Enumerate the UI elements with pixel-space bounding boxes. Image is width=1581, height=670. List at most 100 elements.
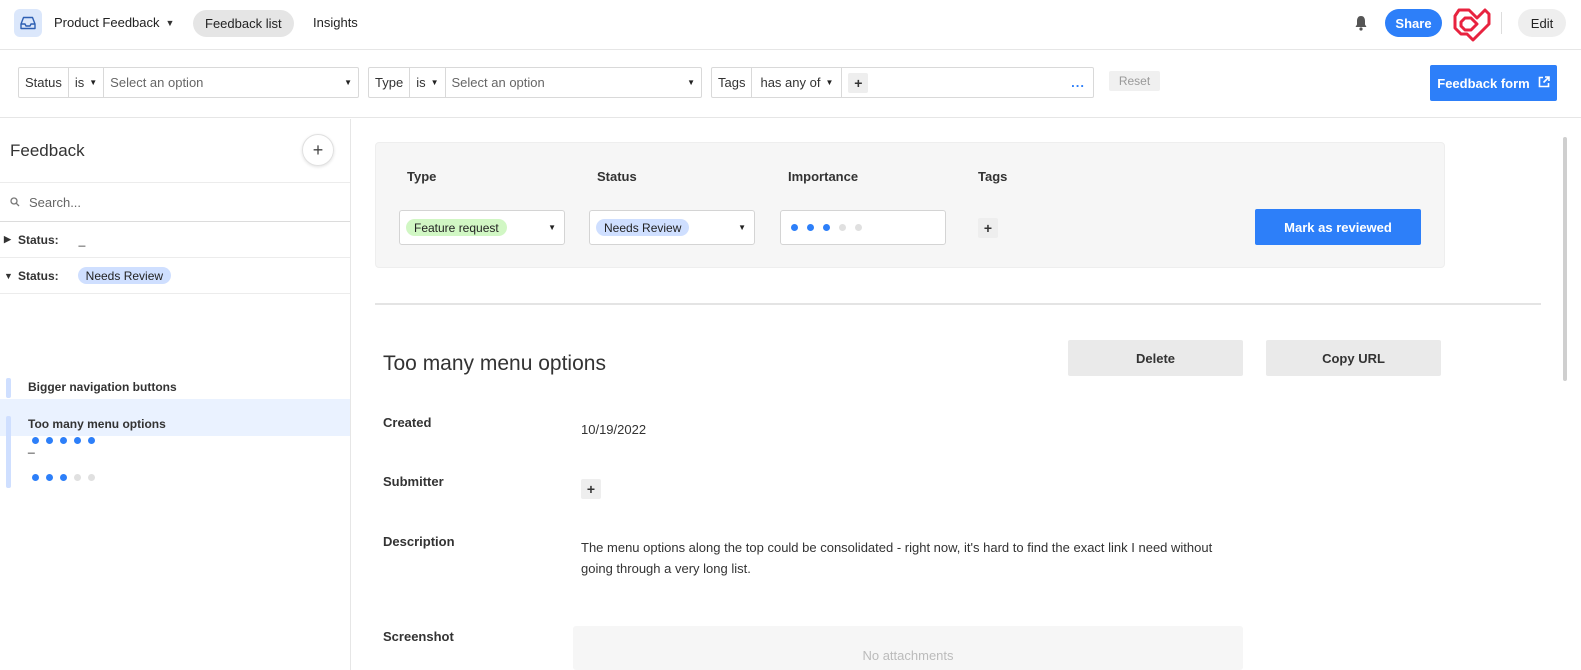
- plus-icon[interactable]: +: [848, 72, 869, 93]
- tags-add-button[interactable]: +: [978, 218, 998, 238]
- sidebar-title: Feedback: [10, 141, 85, 160]
- record-color-bar: [6, 378, 11, 398]
- tags-filter-field: Tags: [712, 68, 753, 97]
- type-filter-select[interactable]: Select an option ▼: [446, 68, 702, 97]
- feedback-sidebar: Feedback + Search... ▶ Status: _ ▼ Statu…: [0, 119, 351, 670]
- select-placeholder: Select an option: [110, 75, 204, 90]
- screenshot-label: Screenshot: [383, 629, 454, 644]
- share-button[interactable]: Share: [1385, 9, 1442, 37]
- operator-label: is: [416, 75, 426, 90]
- caret-down-icon: ▼: [548, 223, 556, 232]
- tags-add-wrap: +: [842, 72, 869, 93]
- attachments-empty-text: No attachments: [862, 648, 954, 663]
- type-pill: Feature request: [406, 219, 507, 236]
- importance-dots: [791, 224, 862, 231]
- status-select[interactable]: Needs Review ▼: [589, 210, 755, 245]
- status-filter: Status is ▼ Select an option ▼: [18, 67, 359, 98]
- delete-button[interactable]: Delete: [1068, 340, 1243, 376]
- external-link-icon: [1538, 75, 1550, 91]
- record-details: _: [0, 416, 350, 488]
- search-input[interactable]: Search...: [29, 195, 81, 210]
- base-name: Product Feedback: [54, 15, 160, 30]
- importance-dot[interactable]: [839, 224, 846, 231]
- group-label: Status:: [18, 268, 59, 283]
- reset-button[interactable]: Reset: [1109, 71, 1160, 91]
- operator-label: is: [74, 75, 85, 90]
- rating-dot: [60, 437, 67, 444]
- group-label: Status:: [18, 232, 59, 247]
- bell-icon[interactable]: [1354, 15, 1368, 31]
- mark-reviewed-button[interactable]: Mark as reviewed: [1255, 209, 1421, 245]
- type-filter-field: Type: [369, 68, 411, 97]
- record-title-heading: Too many menu options: [383, 352, 606, 375]
- importance-dot[interactable]: [823, 224, 830, 231]
- rating-dots: [32, 437, 95, 444]
- record-color-bar: [6, 416, 11, 488]
- importance-dot: [74, 474, 81, 481]
- caret-down-icon: ▼: [738, 223, 746, 232]
- group-header-empty[interactable]: ▶ Status: _: [0, 222, 350, 258]
- created-label: Created: [383, 415, 432, 430]
- logo-icon: [1451, 6, 1493, 42]
- add-record-button[interactable]: +: [302, 134, 334, 166]
- list-item[interactable]: Bigger navigation buttons: [0, 377, 350, 399]
- tab-feedback-list[interactable]: Feedback list: [193, 10, 294, 37]
- inbox-icon[interactable]: [14, 9, 42, 37]
- caret-down-icon: ▼: [430, 78, 439, 87]
- feedback-form-button[interactable]: Feedback form: [1430, 65, 1557, 101]
- rating-dot: [74, 437, 81, 444]
- importance-dot: [46, 474, 53, 481]
- tab-insights[interactable]: Insights: [313, 15, 358, 30]
- group-value: _: [78, 232, 86, 247]
- tags-filter-operator[interactable]: has any of ▼: [752, 68, 843, 97]
- record-empty-value: _: [28, 440, 35, 454]
- filter-bar: Status is ▼ Select an option ▼ Type is ▼ Se…: [0, 51, 1581, 118]
- select-placeholder: Select an option: [451, 75, 545, 90]
- plus-icon: +: [312, 139, 324, 160]
- plus-icon: +: [978, 218, 998, 238]
- record-title: Bigger navigation buttons: [28, 380, 177, 394]
- importance-dot[interactable]: [855, 224, 862, 231]
- status-filter-select[interactable]: Select an option ▼: [104, 68, 358, 97]
- status-filter-field: Status: [19, 68, 69, 97]
- importance-dot[interactable]: [791, 224, 798, 231]
- base-name-menu[interactable]: Product Feedback ▼: [54, 15, 174, 30]
- top-bar: Product Feedback ▼ Feedback list Insight…: [0, 0, 1581, 50]
- feedback-form-label: Feedback form: [1437, 75, 1530, 91]
- importance-dots: [32, 474, 95, 481]
- triage-card: Type Status Importance Tags Feature requ…: [375, 142, 1445, 268]
- type-field-label: Type: [407, 169, 437, 184]
- scrollbar-thumb[interactable]: [1563, 137, 1567, 381]
- description-line-2: going through a very long list.: [581, 561, 751, 576]
- triangle-down-icon: ▼: [4, 270, 13, 281]
- sidebar-search[interactable]: Search...: [0, 182, 350, 222]
- description-label: Description: [383, 534, 455, 549]
- operator-label: has any of: [760, 75, 821, 90]
- importance-dot[interactable]: [807, 224, 814, 231]
- copy-url-button[interactable]: Copy URL: [1266, 340, 1441, 376]
- importance-rating[interactable]: [780, 210, 946, 245]
- type-filter-operator[interactable]: is ▼: [410, 68, 446, 97]
- plus-icon: +: [581, 479, 601, 499]
- search-icon: [10, 195, 20, 210]
- importance-dot: [88, 474, 95, 481]
- status-filter-operator[interactable]: is ▼: [69, 68, 105, 97]
- status-pill: Needs Review: [596, 219, 690, 236]
- attachments-dropzone[interactable]: No attachments: [573, 626, 1243, 670]
- type-select[interactable]: Feature request ▼: [399, 210, 565, 245]
- caret-down-icon: ▼: [687, 78, 695, 87]
- more-options-icon[interactable]: ...: [1071, 75, 1085, 90]
- group-header-needs-review[interactable]: ▼ Status: Needs Review: [0, 258, 350, 294]
- rating-dot: [46, 437, 53, 444]
- edit-button[interactable]: Edit: [1518, 9, 1566, 37]
- created-value: 10/19/2022: [581, 422, 647, 437]
- record-detail: Type Status Importance Tags Feature requ…: [352, 119, 1581, 670]
- importance-dot: [60, 474, 67, 481]
- importance-dot: [32, 474, 39, 481]
- triangle-right-icon: ▶: [4, 234, 11, 244]
- tags-field-label: Tags: [978, 169, 1008, 184]
- chevron-down-icon: ▼: [165, 17, 175, 28]
- importance-field-label: Importance: [788, 169, 859, 184]
- submitter-add-button[interactable]: +: [581, 479, 601, 499]
- caret-down-icon: ▼: [825, 78, 834, 87]
